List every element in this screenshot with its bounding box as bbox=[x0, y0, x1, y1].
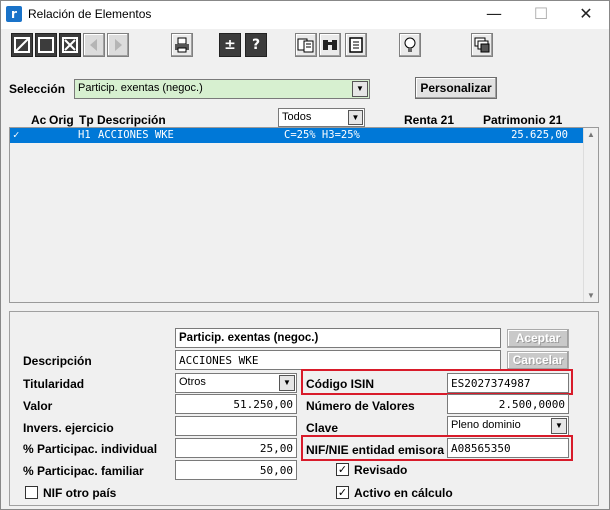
isin-field[interactable]: ES2027374987 bbox=[447, 373, 569, 393]
cancel-button[interactable]: Cancelar bbox=[507, 351, 569, 370]
invers-field[interactable] bbox=[175, 416, 297, 436]
clave-combo[interactable]: Pleno dominio ▼ bbox=[447, 416, 569, 436]
selection-value: Particip. exentas (negoc.) bbox=[78, 82, 203, 94]
maximize-button[interactable]: ☐ bbox=[518, 1, 564, 29]
activo-checkbox[interactable]: ✓ bbox=[336, 486, 349, 499]
col-orig: Orig bbox=[49, 113, 74, 127]
scrollbar[interactable]: ▲ ▼ bbox=[583, 128, 598, 302]
window: r Relación de Elementos — ☐ ✕ ± ? Selecc… bbox=[0, 0, 610, 510]
col-descripcion: Descripción bbox=[97, 113, 166, 127]
particip-ind-label: % Participac. individual bbox=[23, 442, 158, 456]
minimize-button[interactable]: — bbox=[471, 1, 517, 29]
new-icon[interactable] bbox=[35, 33, 57, 57]
windows-icon[interactable] bbox=[471, 33, 493, 57]
scroll-down-icon[interactable]: ▼ bbox=[587, 291, 595, 300]
delete-icon[interactable] bbox=[59, 33, 81, 57]
elements-list[interactable]: ✓ H1 ACCIONES WKE C=25% H3=25% 25.625,00… bbox=[9, 127, 599, 303]
close-button[interactable]: ✕ bbox=[563, 1, 609, 29]
chevron-down-icon[interactable]: ▼ bbox=[279, 375, 295, 391]
nif-otro-checkbox[interactable] bbox=[25, 486, 38, 499]
prev-icon[interactable] bbox=[83, 33, 105, 57]
valor-label: Valor bbox=[23, 399, 53, 413]
row-detail: C=25% H3=25% bbox=[284, 129, 360, 141]
clave-label: Clave bbox=[306, 421, 339, 435]
list-item[interactable]: ✓ H1 ACCIONES WKE C=25% H3=25% 25.625,00 bbox=[10, 128, 584, 143]
particip-ind-field[interactable]: 25,00 bbox=[175, 438, 297, 458]
scroll-up-icon[interactable]: ▲ bbox=[587, 130, 595, 139]
chevron-down-icon[interactable]: ▼ bbox=[348, 110, 363, 125]
nif-otro-label: NIF otro país bbox=[43, 486, 117, 500]
particip-fam-field[interactable]: 50,00 bbox=[175, 460, 297, 480]
valor-field[interactable]: 51.250,00 bbox=[175, 394, 297, 414]
accept-button[interactable]: Aceptar bbox=[507, 329, 569, 348]
print-icon[interactable] bbox=[171, 33, 193, 57]
binoculars-icon[interactable] bbox=[319, 33, 341, 57]
nif-emisora-field[interactable]: A08565350 bbox=[447, 438, 569, 458]
col-tp: Tp bbox=[79, 113, 94, 127]
selection-combo[interactable]: Particip. exentas (negoc.) ▼ bbox=[74, 79, 370, 99]
title-bar: r Relación de Elementos — ☐ ✕ bbox=[1, 1, 609, 29]
next-icon[interactable] bbox=[107, 33, 129, 57]
isin-label: Código ISIN bbox=[306, 377, 374, 391]
row-descripcion: ACCIONES WKE bbox=[98, 129, 174, 141]
num-valores-label: Número de Valores bbox=[306, 399, 415, 413]
selection-label: Selección bbox=[9, 82, 66, 96]
chevron-down-icon[interactable]: ▼ bbox=[551, 418, 567, 434]
copy-icon[interactable] bbox=[295, 33, 317, 57]
row-patrimonio: 25.625,00 bbox=[511, 129, 568, 141]
clave-value: Pleno dominio bbox=[451, 419, 521, 431]
descripcion-label: Descripción bbox=[23, 354, 92, 368]
chevron-down-icon[interactable]: ▼ bbox=[352, 81, 368, 97]
form-icon[interactable] bbox=[345, 33, 367, 57]
revisado-label: Revisado bbox=[354, 463, 408, 477]
window-title: Relación de Elementos bbox=[28, 7, 152, 21]
col-renta: Renta 21 bbox=[404, 113, 455, 127]
nif-emisora-label: NIF/NIE entidad emisora bbox=[306, 443, 445, 457]
descripcion-field[interactable]: ACCIONES WKE bbox=[175, 350, 501, 370]
app-icon: r bbox=[6, 6, 22, 22]
help-icon[interactable]: ? bbox=[245, 33, 267, 57]
filter-value: Todos bbox=[282, 111, 312, 123]
row-check: ✓ bbox=[13, 129, 20, 141]
col-patrimonio: Patrimonio 21 bbox=[483, 113, 563, 127]
titularidad-value: Otros bbox=[179, 376, 206, 388]
invers-label: Invers. ejercicio bbox=[23, 421, 114, 435]
col-ac: Ac bbox=[31, 113, 47, 127]
filter-combo[interactable]: Todos ▼ bbox=[278, 108, 365, 127]
activo-label: Activo en cálculo bbox=[354, 486, 453, 500]
particip-fam-label: % Participac. familiar bbox=[23, 464, 144, 478]
personalize-button[interactable]: Personalizar bbox=[415, 77, 497, 99]
plus-minus-icon[interactable]: ± bbox=[219, 33, 241, 57]
revisado-checkbox[interactable]: ✓ bbox=[336, 463, 349, 476]
lightbulb-icon[interactable] bbox=[399, 33, 421, 57]
type-field[interactable]: Particip. exentas (negoc.) bbox=[175, 328, 501, 348]
titularidad-label: Titularidad bbox=[23, 377, 85, 391]
document-edit-icon[interactable] bbox=[11, 33, 33, 57]
num-valores-field[interactable]: 2.500,0000 bbox=[447, 394, 569, 414]
titularidad-combo[interactable]: Otros ▼ bbox=[175, 373, 297, 393]
row-tp: H1 bbox=[78, 129, 91, 141]
